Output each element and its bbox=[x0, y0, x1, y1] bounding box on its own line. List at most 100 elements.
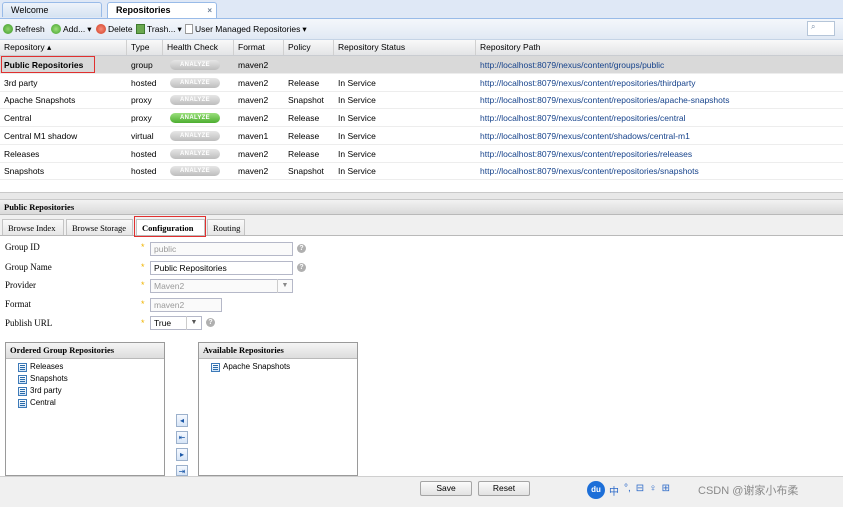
analyze-button[interactable]: ANALYZE bbox=[170, 113, 220, 124]
repository-icon bbox=[18, 386, 27, 396]
table-row[interactable]: Snapshots hosted ANALYZE maven2 Snapshot In S… bbox=[0, 162, 843, 181]
cell-type: hosted bbox=[131, 166, 157, 177]
cell-type: hosted bbox=[131, 148, 157, 159]
cell-path[interactable]: http://localhost:8079/nexus/content/repo… bbox=[480, 145, 692, 163]
close-icon[interactable]: × bbox=[207, 3, 212, 18]
analyze-button[interactable]: ANALYZE bbox=[170, 77, 220, 88]
help-icon[interactable]: ? bbox=[297, 244, 306, 253]
analyze-button[interactable]: ANALYZE bbox=[170, 130, 220, 141]
analyze-button[interactable]: ANALYZE bbox=[170, 166, 220, 177]
column-repository-path[interactable]: Repository Path bbox=[476, 40, 843, 55]
search-input[interactable]: ⌕ bbox=[807, 21, 835, 36]
chevron-down-icon[interactable]: ▼ bbox=[186, 316, 201, 330]
cell-type: group bbox=[131, 60, 153, 70]
ime-user-icon[interactable]: ♀ bbox=[649, 483, 657, 498]
help-icon[interactable]: ? bbox=[206, 318, 215, 327]
cell-status: In Service bbox=[338, 77, 376, 88]
chevron-down-icon: ▾ bbox=[177, 24, 182, 34]
cell-path[interactable]: http://localhost:8079/nexus/content/grou… bbox=[480, 56, 664, 74]
cell-path[interactable]: http://localhost:8079/nexus/content/repo… bbox=[480, 91, 730, 109]
column-policy[interactable]: Policy bbox=[284, 40, 334, 55]
required-marker: * bbox=[141, 262, 145, 272]
trash-icon bbox=[136, 24, 145, 34]
add-icon bbox=[51, 24, 61, 34]
add-button[interactable]: Add... ▾ bbox=[51, 22, 92, 36]
cell-format: maven1 bbox=[238, 130, 269, 141]
repository-icon bbox=[211, 362, 220, 372]
column-repository-status[interactable]: Repository Status bbox=[334, 40, 476, 55]
publish-url-value: True bbox=[154, 318, 172, 328]
repository-label: Snapshots bbox=[30, 374, 68, 383]
ordered-repository-item[interactable]: Snapshots bbox=[18, 373, 164, 385]
cell-path[interactable]: http://localhost:8079/nexus/content/shad… bbox=[480, 127, 690, 145]
analyze-button[interactable]: ANALYZE bbox=[170, 148, 220, 159]
reset-button[interactable]: Reset bbox=[478, 481, 530, 496]
cell-path[interactable]: http://localhost:8079/nexus/content/repo… bbox=[480, 74, 695, 92]
table-row[interactable]: Central proxy ANALYZE maven2 Release In Servi… bbox=[0, 109, 843, 128]
table-row[interactable]: Public Repositories group ANALYZE maven2 htt… bbox=[0, 56, 843, 74]
cell-status: In Service bbox=[338, 130, 376, 141]
column-repository[interactable]: Repository ▴ bbox=[0, 40, 127, 55]
tab-welcome[interactable]: Welcome bbox=[2, 2, 102, 17]
provider-value: Maven2 bbox=[154, 281, 185, 291]
ordered-repository-item[interactable]: Releases bbox=[18, 361, 164, 373]
repository-label: Releases bbox=[30, 362, 64, 371]
chevron-down-icon[interactable]: ▼ bbox=[277, 279, 292, 293]
ordered-repository-item[interactable]: 3rd party bbox=[18, 385, 164, 397]
table-row[interactable]: Central M1 shadow virtual ANALYZE maven1 Rel… bbox=[0, 127, 843, 145]
ime-punctuation-icon[interactable]: °, bbox=[624, 483, 631, 498]
table-row[interactable]: Releases hosted ANALYZE maven2 Release In Ser… bbox=[0, 145, 843, 163]
column-format[interactable]: Format bbox=[234, 40, 284, 55]
ime-language-icon[interactable]: 中 bbox=[609, 483, 619, 498]
table-row[interactable]: Apache Snapshots proxy ANALYZE maven2 Snapsh… bbox=[0, 91, 843, 110]
chevron-down-icon: ▾ bbox=[87, 24, 92, 34]
panel-splitter[interactable] bbox=[0, 192, 843, 200]
add-label: Add... bbox=[63, 24, 86, 34]
format-label: Format bbox=[5, 299, 31, 309]
move-all-right-button[interactable]: ⇥ bbox=[176, 465, 188, 476]
tab-repositories[interactable]: Repositories × bbox=[107, 2, 217, 18]
format-field[interactable]: maven2 bbox=[150, 298, 222, 312]
column-type[interactable]: Type bbox=[127, 40, 163, 55]
move-left-button[interactable]: ◂ bbox=[176, 414, 188, 427]
analyze-button[interactable]: ANALYZE bbox=[170, 95, 220, 106]
tab-browse-storage[interactable]: Browse Storage bbox=[66, 219, 133, 235]
trash-button[interactable]: Trash... ▾ bbox=[136, 22, 182, 36]
cell-status: In Service bbox=[338, 166, 376, 177]
publish-url-select[interactable]: True ▼ bbox=[150, 316, 202, 330]
detail-panel-title: Public Repositories bbox=[0, 200, 843, 215]
cell-path[interactable]: http://localhost:8079/nexus/content/repo… bbox=[480, 109, 686, 127]
delete-button[interactable]: Delete bbox=[96, 22, 133, 36]
available-repository-item[interactable]: Apache Snapshots bbox=[211, 361, 357, 373]
tab-routing[interactable]: Routing bbox=[207, 219, 245, 235]
move-all-left-button[interactable]: ⇤ bbox=[176, 431, 188, 444]
cell-policy: Release bbox=[288, 130, 320, 141]
cell-format: maven2 bbox=[238, 148, 269, 159]
refresh-button[interactable]: Refresh bbox=[3, 22, 45, 36]
group-id-field[interactable]: public bbox=[150, 242, 293, 256]
delete-icon bbox=[96, 24, 106, 34]
ime-logo-icon[interactable]: du bbox=[587, 481, 605, 499]
column-health-check[interactable]: Health Check bbox=[163, 40, 234, 55]
ime-keyboard-icon[interactable]: ⊟ bbox=[636, 483, 644, 498]
cell-name: Apache Snapshots bbox=[4, 95, 76, 106]
refresh-label: Refresh bbox=[15, 24, 45, 34]
user-managed-repositories-button[interactable]: User Managed Repositories ▾ bbox=[185, 22, 307, 36]
ordered-repository-item[interactable]: Central bbox=[18, 397, 164, 409]
save-button[interactable]: Save bbox=[420, 481, 472, 496]
ime-grid-icon[interactable]: ⊞ bbox=[662, 483, 670, 498]
provider-select[interactable]: Maven2 ▼ bbox=[150, 279, 293, 293]
cell-name: Snapshots bbox=[4, 166, 45, 177]
cell-type: proxy bbox=[131, 95, 152, 106]
tab-browse-index[interactable]: Browse Index bbox=[2, 219, 64, 235]
cell-path[interactable]: http://localhost:8079/nexus/content/repo… bbox=[480, 162, 699, 180]
required-marker: * bbox=[141, 242, 145, 252]
group-name-field[interactable]: Public Repositories bbox=[150, 261, 293, 275]
repository-label: 3rd party bbox=[30, 386, 62, 395]
move-right-button[interactable]: ▸ bbox=[176, 448, 188, 461]
help-icon[interactable]: ? bbox=[297, 263, 306, 272]
table-row[interactable]: 3rd party hosted ANALYZE maven2 Release In Se… bbox=[0, 74, 843, 92]
cell-format: maven2 bbox=[238, 113, 269, 124]
analyze-button[interactable]: ANALYZE bbox=[170, 60, 220, 70]
repository-icon bbox=[18, 374, 27, 384]
